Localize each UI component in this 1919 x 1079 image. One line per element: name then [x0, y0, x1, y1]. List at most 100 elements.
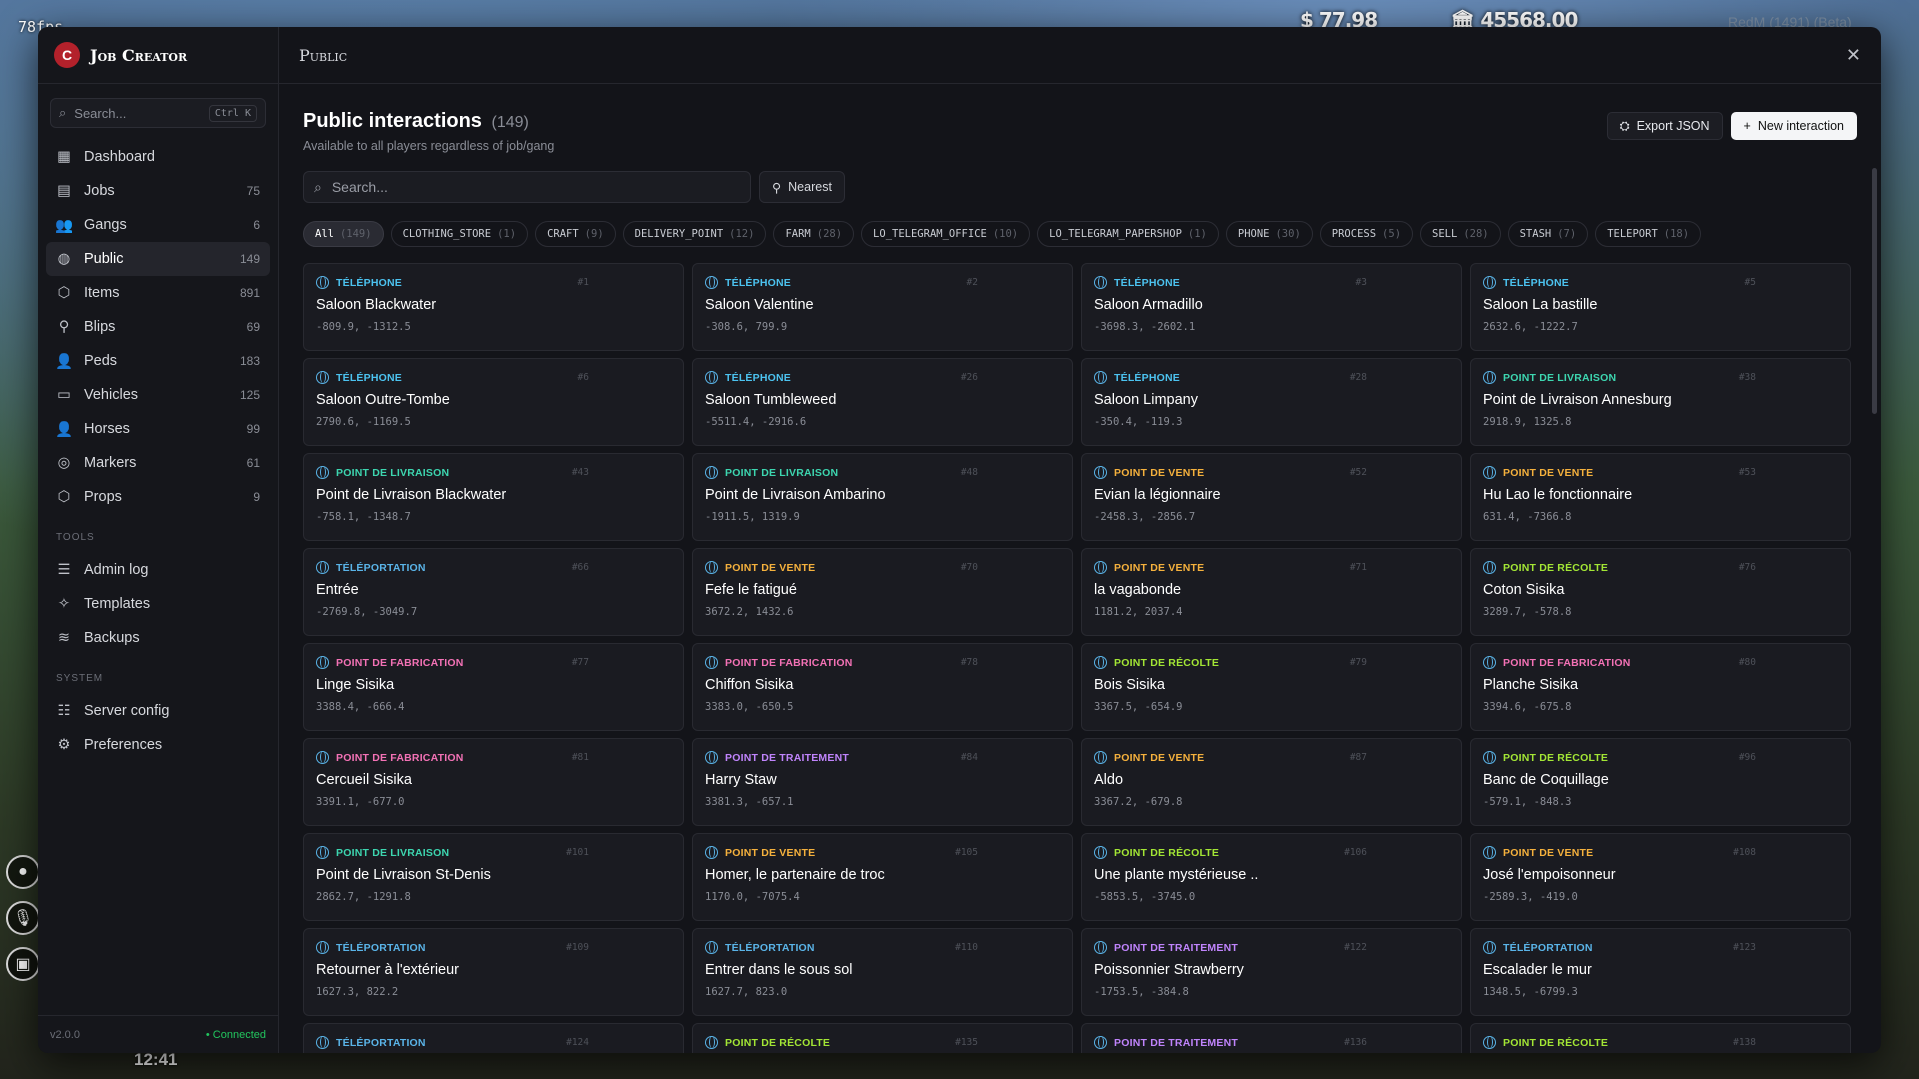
filter-chip-process[interactable]: PROCESS (5)	[1319, 221, 1414, 247]
filter-chip-lo_telegram_office[interactable]: LO_TELEGRAM_OFFICE (10)	[861, 221, 1031, 247]
hud-status-icons: ● 🎙 ▣	[6, 855, 40, 981]
interaction-card[interactable]: POINT DE VENTE #87 Aldo 3367.2, -679.8	[1081, 738, 1462, 826]
interaction-card[interactable]: TÉLÉPORTATION #123 Escalader le mur 1348.5,…	[1470, 928, 1851, 1016]
interaction-card[interactable]: POINT DE FABRICATION #81 Cercueil Sisika 33…	[303, 738, 684, 826]
filter-chip-sell[interactable]: SELL (28)	[1420, 221, 1501, 247]
card-type: POINT DE VENTE	[705, 561, 1060, 574]
card-name: Entrée	[316, 582, 359, 598]
filter-chip-teleport[interactable]: TELEPORT (18)	[1595, 221, 1702, 247]
scrollbar[interactable]	[1872, 168, 1877, 414]
close-icon[interactable]: ✕	[1846, 45, 1861, 66]
sidebar-item-admin-log[interactable]: ☰ Admin log	[46, 553, 270, 587]
interaction-card[interactable]: TÉLÉPORTATION #66 Entrée -2769.8, -3049.7	[303, 548, 684, 636]
sidebar-item-blips[interactable]: ⚲ Blips 69	[46, 310, 270, 344]
chip-label: DELIVERY_POINT	[634, 228, 724, 240]
sidebar-item-dashboard[interactable]: ▦ Dashboard	[46, 140, 270, 174]
interaction-card[interactable]: TÉLÉPHONE #6 Saloon Outre-Tombe 2790.6, -11…	[303, 358, 684, 446]
sidebar-item-label: Preferences	[84, 737, 163, 753]
interaction-card[interactable]: TÉLÉPORTATION #124	[303, 1023, 684, 1053]
sidebar-item-horses[interactable]: 👤 Horses 99	[46, 412, 270, 446]
new-interaction-button[interactable]: + New interaction	[1730, 112, 1857, 140]
export-json-button[interactable]: ⛭ Export JSON	[1606, 112, 1723, 140]
interaction-card[interactable]: TÉLÉPORTATION #110 Entrer dans le sous sol…	[692, 928, 1073, 1016]
sidebar-item-markers[interactable]: ◎ Markers 61	[46, 446, 270, 480]
page-subtitle: Available to all players regardless of j…	[303, 139, 555, 153]
interaction-card[interactable]: POINT DE FABRICATION #77 Linge Sisika 3388.…	[303, 643, 684, 731]
interaction-card[interactable]: POINT DE RÉCOLTE #79 Bois Sisika 3367.5, -6…	[1081, 643, 1462, 731]
card-coords: 2862.7, -1291.8	[316, 891, 411, 903]
interaction-card[interactable]: POINT DE LIVRAISON #43 Point de Livraison …	[303, 453, 684, 541]
sidebar-item-backups[interactable]: ≋ Backups	[46, 621, 270, 655]
nearest-button[interactable]: ⚲ Nearest	[759, 171, 845, 203]
filter-chip-lo_telegram_papershop[interactable]: LO_TELEGRAM_PAPERSHOP (1)	[1037, 221, 1219, 247]
interaction-card[interactable]: POINT DE VENTE #71 la vagabonde 1181.2, 203…	[1081, 548, 1462, 636]
card-id: #105	[955, 847, 978, 858]
interaction-card[interactable]: POINT DE VENTE #53 Hu Lao le fonctionnaire…	[1470, 453, 1851, 541]
filter-chip-craft[interactable]: CRAFT (9)	[535, 221, 616, 247]
interaction-card[interactable]: POINT DE VENTE #70 Fefe le fatigué 3672.2, …	[692, 548, 1073, 636]
interaction-card[interactable]: POINT DE LIVRAISON #38 Point de Livraison …	[1470, 358, 1851, 446]
app-title: Job Creator	[90, 45, 188, 65]
sidebar-item-peds[interactable]: 👤 Peds 183	[46, 344, 270, 378]
interaction-card[interactable]: POINT DE RÉCOLTE #96 Banc de Coquillage -57…	[1470, 738, 1851, 826]
sidebar-item-vehicles[interactable]: ▭ Vehicles 125	[46, 378, 270, 412]
interaction-card[interactable]: POINT DE VENTE #108 José l'empoisonneur -25…	[1470, 833, 1851, 921]
interaction-card[interactable]: POINT DE RÉCOLTE #106 Une plante mystérieu…	[1081, 833, 1462, 921]
interaction-card[interactable]: POINT DE RÉCOLTE #135	[692, 1023, 1073, 1053]
card-coords: -809.9, -1312.5	[316, 321, 411, 333]
search-input[interactable]: ⌕ Search...	[303, 171, 751, 203]
card-coords: -758.1, -1348.7	[316, 511, 411, 523]
globe-icon	[1094, 751, 1107, 764]
interaction-card[interactable]: TÉLÉPHONE #2 Saloon Valentine -308.6, 799.9	[692, 263, 1073, 351]
interaction-card[interactable]: TÉLÉPHONE #26 Saloon Tumbleweed -5511.4, -2…	[692, 358, 1073, 446]
sidebar-search-input[interactable]: ⌕ Search... Ctrl K	[50, 98, 266, 128]
interaction-card[interactable]: POINT DE TRAITEMENT #122 Poissonnier Straw…	[1081, 928, 1462, 1016]
filter-chip-clothing_store[interactable]: CLOTHING_STORE (1)	[390, 221, 529, 247]
filter-chip-phone[interactable]: PHONE (30)	[1225, 221, 1313, 247]
sidebar-item-templates[interactable]: ✧ Templates	[46, 587, 270, 621]
interaction-card[interactable]: POINT DE LIVRAISON #101 Point de Livraison…	[303, 833, 684, 921]
card-coords: -1911.5, 1319.9	[705, 511, 800, 523]
card-name: Cercueil Sisika	[316, 772, 412, 788]
interaction-card[interactable]: POINT DE RÉCOLTE #76 Coton Sisika 3289.7, -…	[1470, 548, 1851, 636]
sidebar-item-props[interactable]: ⬡ Props 9	[46, 480, 270, 514]
sidebar-item-preferences[interactable]: ⚙ Preferences	[46, 728, 270, 762]
card-type-label: POINT DE VENTE	[1114, 751, 1205, 764]
filter-chip-all[interactable]: All (149)	[303, 221, 384, 247]
filter-chip-delivery_point[interactable]: DELIVERY_POINT (12)	[622, 221, 767, 247]
sidebar-item-jobs[interactable]: ▤ Jobs 75	[46, 174, 270, 208]
interaction-card[interactable]: POINT DE LIVRAISON #48 Point de Livraison …	[692, 453, 1073, 541]
interaction-card[interactable]: POINT DE FABRICATION #80 Planche Sisika 339…	[1470, 643, 1851, 731]
card-coords: 1181.2, 2037.4	[1094, 606, 1183, 618]
card-id: #43	[571, 467, 589, 478]
interaction-card[interactable]: POINT DE TRAITEMENT #136	[1081, 1023, 1462, 1053]
sidebar-item-server-config[interactable]: ☷ Server config	[46, 694, 270, 728]
card-coords: 3289.7, -578.8	[1483, 606, 1572, 618]
interaction-card[interactable]: POINT DE FABRICATION #78 Chiffon Sisika 338…	[692, 643, 1073, 731]
interaction-card[interactable]: POINT DE RÉCOLTE #138	[1470, 1023, 1851, 1053]
sidebar-footer: v2.0.0 • Connected	[38, 1015, 278, 1053]
car-icon: ▭	[57, 387, 71, 403]
chip-count: (9)	[584, 228, 604, 240]
interaction-card[interactable]: POINT DE VENTE #105 Homer, le partenaire d…	[692, 833, 1073, 921]
card-name: Saloon Tumbleweed	[705, 392, 837, 408]
interaction-card[interactable]: TÉLÉPORTATION #109 Retourner à l'extérieur…	[303, 928, 684, 1016]
card-type: TÉLÉPORTATION	[705, 941, 1060, 954]
card-type: POINT DE TRAITEMENT	[1094, 941, 1449, 954]
sidebar-item-public[interactable]: ◍ Public 149	[46, 242, 270, 276]
interaction-card[interactable]: TÉLÉPHONE #5 Saloon La bastille 2632.6, -12…	[1470, 263, 1851, 351]
job-creator-window: C Job Creator ⌕ Search... Ctrl K ▦ Dashbo…	[38, 27, 1881, 1053]
interaction-card[interactable]: TÉLÉPHONE #28 Saloon Limpany -350.4, -119.3	[1081, 358, 1462, 446]
interaction-card[interactable]: TÉLÉPHONE #1 Saloon Blackwater -809.9, -131…	[303, 263, 684, 351]
card-coords: 631.4, -7366.8	[1483, 511, 1572, 523]
globe-icon: ◍	[57, 251, 71, 267]
sidebar-item-gangs[interactable]: 👥 Gangs 6	[46, 208, 270, 242]
interaction-card[interactable]: TÉLÉPHONE #3 Saloon Armadillo -3698.3, -260…	[1081, 263, 1462, 351]
sidebar-item-items[interactable]: ⬡ Items 891	[46, 276, 270, 310]
interaction-card[interactable]: POINT DE VENTE #52 Evian la légionnaire -24…	[1081, 453, 1462, 541]
card-coords: 3367.5, -654.9	[1094, 701, 1183, 713]
card-name: Saloon Armadillo	[1094, 297, 1203, 313]
filter-chip-stash[interactable]: STASH (7)	[1507, 221, 1589, 247]
filter-chip-farm[interactable]: FARM (28)	[773, 221, 855, 247]
interaction-card[interactable]: POINT DE TRAITEMENT #84 Harry Staw 3381.3, …	[692, 738, 1073, 826]
